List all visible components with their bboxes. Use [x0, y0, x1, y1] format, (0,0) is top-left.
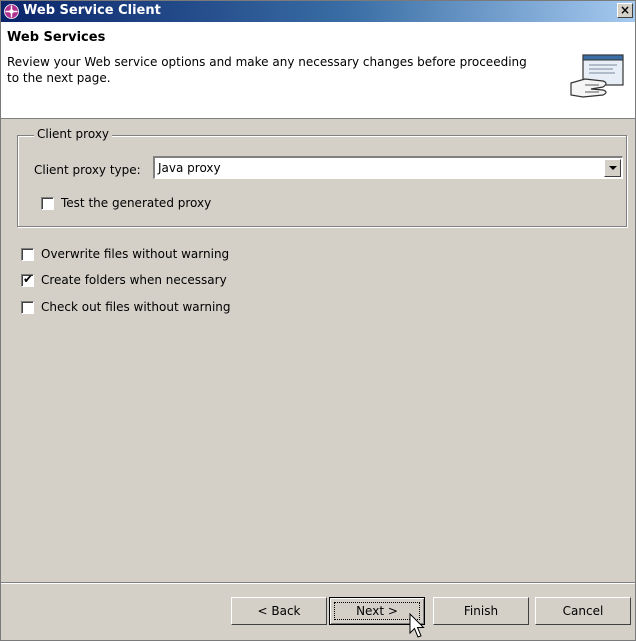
back-button-label: < Back	[257, 604, 301, 618]
check-out-files-label: Check out files without warning	[41, 300, 231, 314]
page-description: Review your Web service options and make…	[7, 55, 527, 85]
cancel-button-label: Cancel	[562, 604, 604, 618]
hand-screen-icon	[570, 54, 624, 98]
checkmark-icon: ✔	[23, 272, 34, 286]
window-title: Web Service Client	[23, 3, 161, 18]
client-proxy-type-value: Java proxy	[158, 161, 221, 175]
overwrite-files-checkbox[interactable]	[21, 248, 34, 261]
title-bar[interactable]: Web Service Client ×	[1, 1, 635, 22]
page-title: Web Services	[7, 30, 106, 45]
create-folders-checkbox[interactable]: ✔	[21, 272, 34, 287]
wizard-header: Web Services Review your Web service opt…	[1, 22, 635, 119]
button-bar-separator	[1, 582, 635, 584]
mouse-cursor-icon	[409, 613, 425, 638]
test-proxy-label: Test the generated proxy	[61, 196, 212, 210]
client-proxy-type-label: Client proxy type:	[34, 163, 141, 177]
overwrite-files-label: Overwrite files without warning	[41, 247, 230, 261]
chevron-down-icon	[609, 166, 617, 170]
web-service-icon	[4, 4, 19, 19]
next-button-label: Next >	[356, 604, 398, 618]
finish-button-label: Finish	[463, 604, 499, 618]
test-proxy-checkbox[interactable]	[41, 197, 54, 210]
dropdown-button[interactable]	[604, 159, 621, 177]
close-icon: ×	[619, 3, 631, 17]
create-folders-label: Create folders when necessary	[41, 273, 227, 287]
client-proxy-group: Client proxy Client proxy type: Java pro…	[17, 127, 627, 227]
cancel-button[interactable]: Cancel	[535, 597, 631, 625]
client-proxy-group-label: Client proxy	[34, 127, 113, 141]
client-proxy-type-select[interactable]: Java proxy	[153, 156, 623, 179]
close-button[interactable]: ×	[617, 3, 633, 18]
dialog-window: Web Service Client × Web Services Review…	[0, 0, 636, 641]
finish-button[interactable]: Finish	[433, 597, 529, 625]
check-out-files-checkbox[interactable]	[21, 301, 34, 314]
back-button[interactable]: < Back	[231, 597, 327, 625]
